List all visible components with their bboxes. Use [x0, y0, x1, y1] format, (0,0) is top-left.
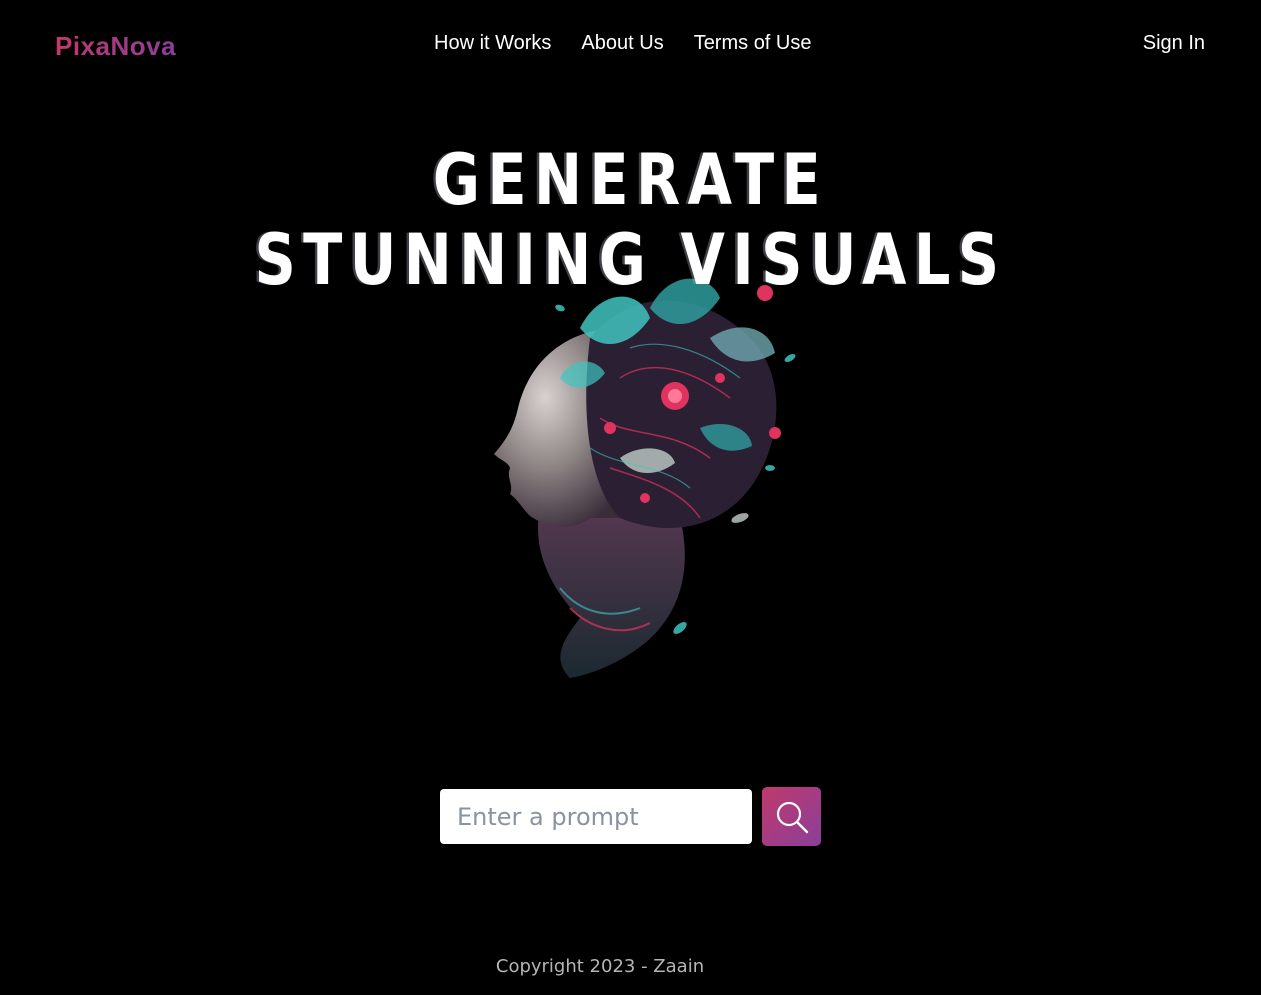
hero-title-line-1: GENERATE [432, 139, 829, 221]
brand-logo[interactable]: PixaNova [55, 31, 176, 62]
sign-in-link[interactable]: Sign In [1143, 32, 1205, 55]
hero-title: GENERATE STUNNING VISUALS [0, 140, 1261, 300]
generate-search-button[interactable] [762, 787, 821, 846]
landing-page: PixaNova How it Works About Us Terms of … [0, 0, 1261, 995]
floral-head-illustration [494, 278, 796, 678]
search-icon [776, 801, 808, 833]
nav-link-about-us[interactable]: About Us [581, 32, 663, 55]
hero-title-line-2: STUNNING VISUALS [254, 219, 1007, 301]
main-nav: How it Works About Us Terms of Use [434, 32, 812, 55]
prompt-input[interactable] [440, 789, 752, 844]
nav-link-how-it-works[interactable]: How it Works [434, 32, 551, 55]
footer-copyright: Copyright 2023 - Zaain [495, 956, 705, 977]
nav-link-terms-of-use[interactable]: Terms of Use [694, 32, 812, 55]
